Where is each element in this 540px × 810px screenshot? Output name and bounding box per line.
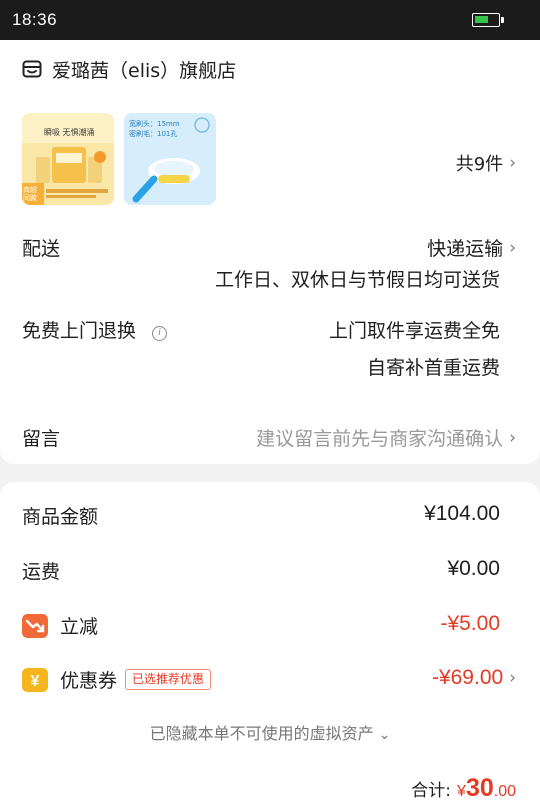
delivery-label: 配送 [22, 238, 61, 260]
shipping-value: ¥0.00 [447, 557, 500, 580]
coupon-selector[interactable]: -¥69.00 › [432, 666, 516, 690]
info-icon[interactable]: i [152, 326, 168, 341]
thumb1-badge: 商超同款 [23, 186, 37, 202]
message-label: 留言 [22, 428, 61, 450]
chevron-right-icon: › [509, 427, 516, 448]
goods-amount-label: 商品金额 [22, 506, 99, 528]
store-icon [22, 60, 42, 78]
store-header[interactable]: 爱璐茜（elis）旗舰店 [22, 57, 237, 82]
coupon-row: ¥ 优惠券 已选推荐优惠 [22, 666, 212, 693]
message-input[interactable]: 建议留言前先与商家沟通确认 › [256, 424, 516, 451]
thumb1-caption: 瞬吸 无惧潮涌 [44, 128, 95, 137]
coupon-tag: 已选推荐优惠 [125, 669, 212, 690]
discount-value: -¥5.00 [440, 612, 500, 635]
return-line2: 自寄补首重运费 [366, 357, 500, 379]
item-count-label: 共9件 [455, 154, 504, 175]
total-decimal: .00 [493, 783, 516, 800]
order-card: 爱璐茜（elis）旗舰店 瞬吸 无惧潮涌 商超同款 宽刷头：15mm 密刷毛：1… [0, 40, 540, 464]
discount-row: 立减 [22, 612, 98, 639]
return-service-label: 免费上门退换 [22, 320, 137, 342]
coupon-label: 优惠券 [60, 670, 118, 692]
delivery-method[interactable]: 快递运输 › [427, 234, 516, 261]
product-thumbnail-brush[interactable]: 宽刷头：15mm 密刷毛：101孔 [124, 113, 216, 205]
price-summary-card: 商品金额 ¥104.00 运费 ¥0.00 立减 -¥5.00 ¥ 优惠券 已选… [0, 482, 540, 810]
discount-label: 立减 [60, 616, 99, 638]
total-row: 合计: ¥ 30 .00 [411, 774, 516, 803]
item-count[interactable]: 共9件 › [456, 150, 516, 176]
delivery-method-value: 快递运输 [427, 238, 504, 260]
chevron-down-icon: ⌄ [378, 727, 391, 743]
svg-text:¥: ¥ [31, 673, 40, 690]
message-placeholder: 建议留言前先与商家沟通确认 [256, 428, 504, 450]
total-currency: ¥ [457, 783, 466, 800]
return-service: 免费上门退换 i [22, 316, 168, 343]
total-label: 合计: [411, 781, 452, 801]
chevron-right-icon: › [509, 237, 516, 258]
chevron-right-icon: › [509, 153, 516, 173]
product-thumbnail-pads[interactable]: 瞬吸 无惧潮涌 商超同款 [22, 113, 114, 205]
hidden-assets-note: 已隐藏本单不可使用的虚拟资产 [149, 724, 374, 743]
thumb2-spec1: 宽刷头：15mm [129, 120, 180, 128]
shipping-label: 运费 [22, 561, 61, 583]
status-bar: 18:36 [0, 0, 540, 40]
store-name: 爱璐茜（elis）旗舰店 [52, 59, 237, 82]
hidden-assets-toggle[interactable]: 已隐藏本单不可使用的虚拟资产 ⌄ [0, 720, 540, 744]
thumb2-spec2: 密刷毛：101孔 [129, 130, 178, 138]
battery-icon [472, 13, 504, 27]
discount-icon [22, 613, 48, 638]
coupon-value: -¥69.00 [431, 666, 504, 689]
delivery-note: 工作日、双休日与节假日均可送货 [214, 269, 500, 291]
chevron-right-icon: › [509, 668, 516, 688]
total-integer: 30 [465, 774, 494, 802]
status-time: 18:36 [12, 10, 58, 29]
coupon-icon: ¥ [22, 667, 48, 692]
goods-amount-value: ¥104.00 [424, 502, 500, 525]
return-line1: 上门取件享运费全免 [328, 320, 500, 342]
